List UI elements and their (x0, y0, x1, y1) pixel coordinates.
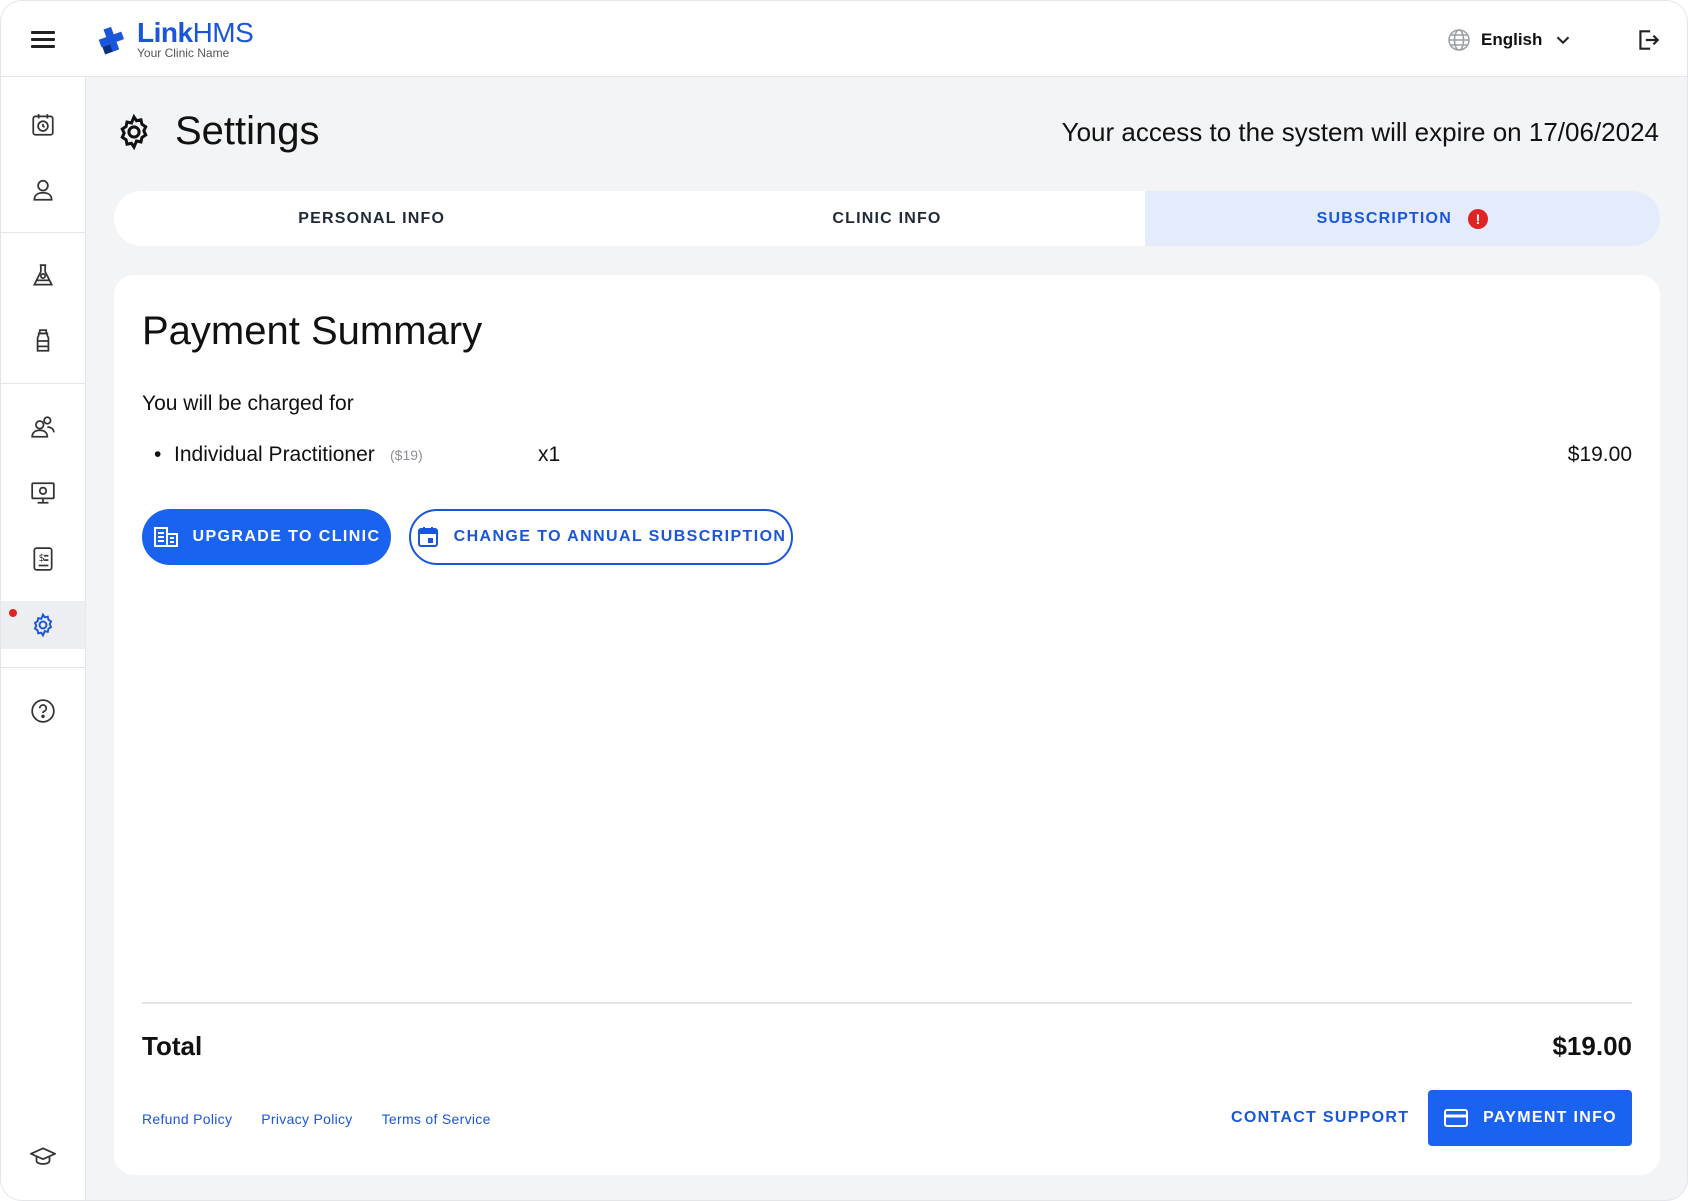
tab-label: CLINIC INFO (832, 209, 942, 227)
item-amount: $19.00 (1567, 443, 1632, 466)
medical-cross-logo (98, 26, 125, 55)
expiry-notice: Your access to the system will expire on… (1061, 117, 1659, 147)
upgrade-to-clinic-button[interactable]: UPGRADE TO CLINIC (142, 509, 391, 565)
brand-logo[interactable]: LinkHMS Your Clinic Name (97, 17, 277, 63)
sidebar-item-lab[interactable] (1, 252, 85, 300)
top-bar: LinkHMS Your Clinic Name English (1, 1, 1687, 77)
chevron-down-icon (1557, 36, 1570, 45)
page-title: Settings (175, 109, 320, 153)
refund-policy-link[interactable]: Refund Policy (142, 1111, 232, 1127)
settings-tabs: PERSONAL INFO CLINIC INFO SUBSCRIPTION ! (114, 191, 1660, 246)
sidebar-divider (1, 232, 85, 233)
building-icon (153, 527, 178, 547)
gear-icon (33, 612, 53, 638)
invoice-dollar-icon: $ (33, 547, 53, 571)
logout-icon[interactable] (1635, 27, 1661, 53)
button-label: UPGRADE TO CLINIC (192, 528, 381, 545)
lab-flask-icon (32, 264, 54, 286)
sidebar-item-staff[interactable] (1, 403, 85, 451)
item-unit-price: ($19) (390, 447, 423, 463)
calendar-icon (417, 527, 438, 547)
total-label: Total (142, 1031, 203, 1061)
gear-icon (120, 113, 148, 150)
payment-summary-card: Payment Summary You will be charged for … (114, 275, 1660, 1175)
button-label: PAYMENT INFO (1483, 1109, 1617, 1126)
tab-label: SUBSCRIPTION (1316, 209, 1452, 227)
hamburger-menu-icon[interactable] (27, 27, 59, 53)
button-label: CHANGE TO ANNUAL SUBSCRIPTION (453, 528, 787, 545)
contact-support-button[interactable]: CONTACT SUPPORT (1231, 1109, 1409, 1127)
divider (142, 1002, 1632, 1004)
payment-info-button[interactable]: PAYMENT INFO (1428, 1090, 1632, 1146)
terms-of-service-link[interactable]: Terms of Service (382, 1111, 491, 1127)
sidebar-divider (1, 667, 85, 668)
user-icon (33, 179, 53, 201)
list-item: • Individual Practitioner ($19) x1 $19.0… (154, 443, 1632, 473)
globe-icon (1448, 29, 1470, 51)
privacy-policy-link[interactable]: Privacy Policy (261, 1111, 352, 1127)
sidebar-item-appointments[interactable] (1, 101, 85, 149)
sidebar-item-training[interactable] (1, 1133, 85, 1181)
clinic-name: Your Clinic Name (137, 46, 230, 60)
calendar-clock-icon (32, 114, 54, 136)
page-header: Settings (115, 109, 320, 154)
language-label: English (1481, 30, 1543, 49)
change-to-annual-button[interactable]: CHANGE TO ANNUAL SUBSCRIPTION (409, 509, 793, 565)
tab-subscription[interactable]: SUBSCRIPTION ! (1144, 191, 1660, 246)
sidebar-item-settings[interactable] (1, 601, 85, 649)
bullet: • (154, 443, 162, 466)
help-circle-icon (31, 699, 55, 723)
sidebar-item-patients[interactable] (1, 166, 85, 214)
footer-links: Refund Policy Privacy Policy Terms of Se… (142, 1111, 491, 1127)
sidebar-item-pharmacy[interactable] (1, 317, 85, 365)
sidebar-divider (1, 383, 85, 384)
notification-dot (9, 609, 17, 617)
sidebar-item-billing[interactable]: $ (1, 535, 85, 583)
card-title: Payment Summary (142, 309, 483, 353)
graduation-cap-icon (30, 1147, 56, 1165)
item-name: Individual Practitioner (174, 443, 375, 466)
users-group-icon (31, 416, 55, 438)
sidebar-item-system[interactable] (1, 469, 85, 517)
app-window: LinkHMS Your Clinic Name English $ Setti… (0, 0, 1688, 1201)
item-quantity: x1 (538, 443, 561, 466)
monitor-settings-icon (31, 482, 55, 504)
charged-for-label: You will be charged for (142, 392, 354, 415)
brand-name: LinkHMS (137, 17, 254, 48)
total-value: $19.00 (1552, 1031, 1632, 1061)
sidebar: $ (1, 77, 86, 1200)
language-selector[interactable]: English (1447, 27, 1574, 53)
svg-text:$: $ (39, 553, 45, 564)
medicine-bottle-icon (36, 329, 50, 352)
alert-icon: ! (1467, 208, 1488, 229)
tab-clinic-info[interactable]: CLINIC INFO (629, 191, 1144, 246)
credit-card-icon (1444, 1109, 1469, 1127)
tab-label: PERSONAL INFO (298, 209, 446, 227)
sidebar-item-help[interactable] (1, 687, 85, 735)
tab-personal-info[interactable]: PERSONAL INFO (114, 191, 629, 246)
